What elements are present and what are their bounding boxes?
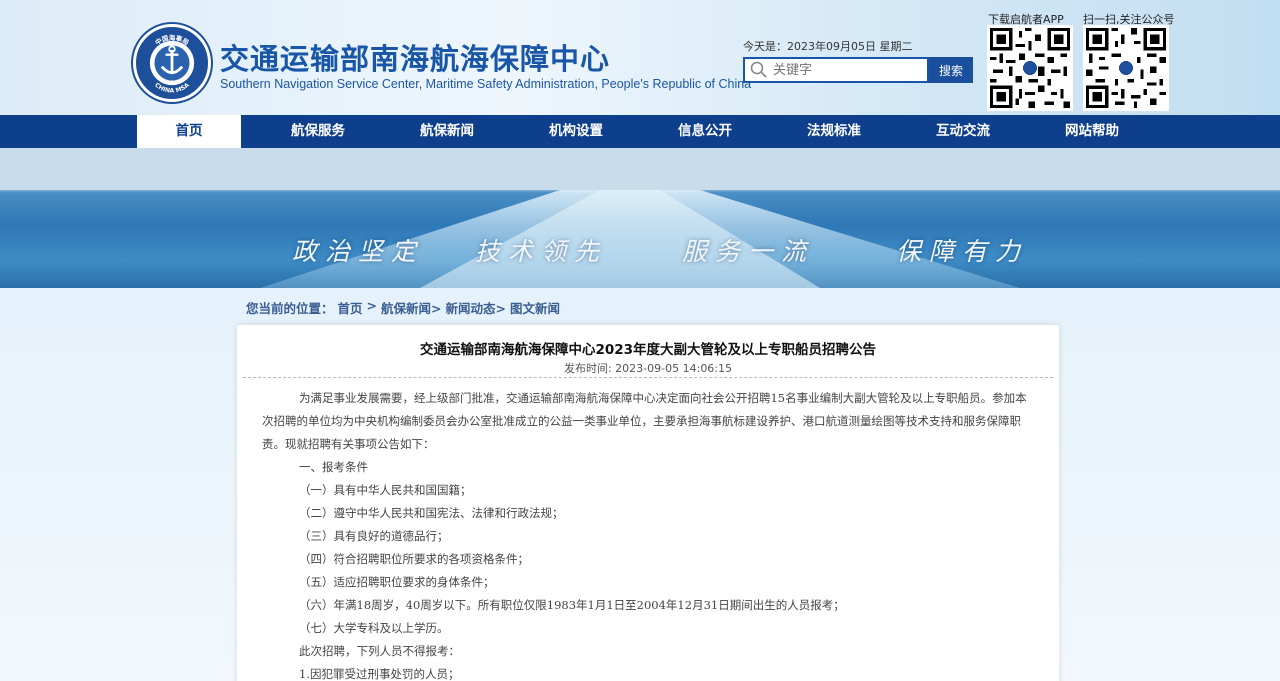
exclusion-intro: 此次招聘，下列人员不得报考： (299, 644, 460, 658)
slogan-4: 保障有力 (896, 237, 1029, 266)
article-title: 交通运输部南海航海保障中心2023年度大副大管轮及以上专职船员招聘公告 (419, 342, 877, 358)
hero-banner: 政治坚定 技术领先 服务一流 保障有力 (0, 148, 1280, 288)
condition-item: （一）具有中华人民共和国国籍； (299, 483, 472, 497)
search-button[interactable]: 搜索 (929, 57, 973, 83)
condition-item: （三）具有良好的道德品行； (299, 529, 449, 543)
condition-item: （四）符合招聘职位所要求的各项资格条件； (299, 552, 529, 566)
date-label: 今天是： (743, 40, 787, 53)
condition-item: （七）大学专科及以上学历。 (299, 621, 449, 635)
article-panel: 交通运输部南海航海保障中心2023年度大副大管轮及以上专职船员招聘公告 发布时间… (237, 325, 1059, 681)
breadcrumb-label: 您当前的位置： (246, 301, 334, 316)
nav-item-news[interactable]: 航保新闻 (395, 115, 499, 148)
section-heading: 一、报考条件 (299, 460, 368, 474)
article-publish-date: 发布时间: 2023-09-05 14:06:15 (563, 362, 733, 375)
current-date: 今天是：2023年09月05日 星期二 (743, 38, 913, 54)
qr-code-app-icon[interactable] (987, 25, 1073, 111)
nav-item-regulations[interactable]: 法规标准 (782, 115, 886, 148)
condition-item: （二）遵守中华人民共和国宪法、法律和行政法规； (299, 506, 564, 520)
qr-code-wechat-icon[interactable] (1083, 25, 1169, 111)
nav-item-organization[interactable]: 机构设置 (524, 115, 628, 148)
nav-item-interaction[interactable]: 互动交流 (911, 115, 1015, 148)
slogan-1: 政治坚定 (292, 237, 425, 266)
condition-item: （六）年满18周岁，40周岁以下。所有职位仅限1983年1月1日至2004年12… (299, 598, 845, 612)
search-box (743, 57, 929, 83)
breadcrumb-news[interactable]: 航保新闻> (381, 298, 441, 317)
nav-item-disclosure[interactable]: 信息公开 (653, 115, 757, 148)
date-value: 2023年09月05日 星期二 (787, 40, 913, 53)
nav-item-services[interactable]: 航保服务 (266, 115, 370, 148)
divider (243, 377, 1053, 378)
site-title[interactable]: 交通运输部南海航海保障中心 (220, 36, 610, 78)
site-subtitle: Southern Navigation Service Center, Mari… (220, 77, 752, 91)
site-header: 中国海事局 CHINA MSA 交通运输部南海航海保障中心 Southern N… (0, 0, 1280, 115)
breadcrumb: 您当前的位置： 首页 > 航保新闻> 新闻动态> 图文新闻 (246, 298, 560, 317)
breadcrumb-news-updates[interactable]: 新闻动态> (446, 298, 506, 317)
nav-item-home[interactable]: 首页 (137, 115, 241, 148)
sea-wake-image (0, 148, 1280, 288)
exclusion-item: 1.因犯罪受过刑事处罚的人员； (299, 667, 460, 681)
slogan-2: 技术领先 (475, 237, 608, 266)
china-msa-logo-icon[interactable]: 中国海事局 CHINA MSA (133, 24, 211, 102)
breadcrumb-separator: > (366, 298, 378, 313)
main-nav: 首页 航保服务 航保新闻 机构设置 信息公开 法规标准 互动交流 网站帮助 (0, 115, 1280, 148)
breadcrumb-photo-news[interactable]: 图文新闻 (510, 298, 560, 317)
search-input[interactable] (773, 62, 923, 78)
condition-item: （五）适应招聘职位要求的身体条件； (299, 575, 495, 589)
nav-item-help[interactable]: 网站帮助 (1040, 115, 1144, 148)
slogan-3: 服务一流 (682, 237, 815, 266)
article-body: 为满足事业发展需要，经上级部门批准，交通运输部南海航海保障中心决定面向社会公开招… (262, 387, 1037, 681)
breadcrumb-home[interactable]: 首页 (338, 298, 363, 317)
article-intro: 为满足事业发展需要，经上级部门批准，交通运输部南海航海保障中心决定面向社会公开招… (262, 391, 1027, 451)
search-icon (750, 61, 767, 78)
